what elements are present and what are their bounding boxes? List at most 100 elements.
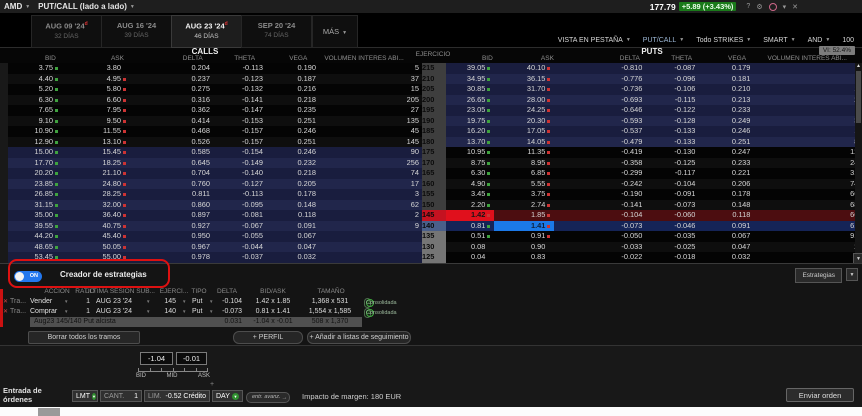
quote-cell[interactable]: 2.20 <box>446 200 494 211</box>
quote-cell[interactable]: 14.05 <box>494 137 554 148</box>
scrollbar-thumb[interactable] <box>856 71 861 123</box>
view-in-tab-dropdown[interactable]: VISTA EN PESTAÑA▼ <box>558 37 631 44</box>
collapse-icon[interactable]: ▾ <box>783 3 787 11</box>
quote-cell[interactable]: 7.65 <box>8 105 62 116</box>
quote-cell[interactable]: 55.00 <box>62 252 130 263</box>
quote-cell[interactable]: 3.45 <box>446 189 494 200</box>
gear-icon[interactable]: ⚙ <box>756 3 762 11</box>
chain-row[interactable]: 6.306.600.316-0.1410.21820520026.6528.00… <box>8 95 855 106</box>
quote-cell[interactable]: 35.00 <box>8 210 62 221</box>
strike-cell[interactable]: 210 <box>422 74 446 85</box>
tab-more-dropdown[interactable]: MÁS▼ <box>312 15 358 48</box>
strike-cell[interactable]: 155 <box>422 189 446 200</box>
strategies-dropdown-icon[interactable]: ▼ <box>846 268 858 281</box>
quote-cell[interactable]: 36.15 <box>494 74 554 85</box>
quote-cell[interactable]: 28.25 <box>62 189 130 200</box>
quote-cell[interactable]: 1.85 <box>494 210 554 221</box>
and-dropdown[interactable]: AND▼ <box>808 37 831 44</box>
quote-cell[interactable]: 26.85 <box>8 189 62 200</box>
quote-cell[interactable]: 13.70 <box>446 137 494 148</box>
strike-cell[interactable]: 185 <box>422 126 446 137</box>
quote-cell[interactable]: 13.10 <box>62 137 130 148</box>
strike-cell[interactable]: 165 <box>422 168 446 179</box>
chain-row[interactable]: 3.753.800.204-0.1130.190521539.0540.10-0… <box>8 63 855 74</box>
strike-cell[interactable]: 145 <box>422 210 446 221</box>
chain-row[interactable]: 39.5540.750.927-0.0670.09191400.811.41-0… <box>8 221 855 232</box>
quote-cell[interactable]: 6.85 <box>494 168 554 179</box>
tab-expiry-aug23[interactable]: AUG 23 '24d 46 DÍAS <box>171 15 242 48</box>
quote-cell[interactable]: 0.04 <box>446 252 494 263</box>
quote-cell[interactable]: 23.85 <box>8 179 62 190</box>
quote-cell[interactable]: 45.40 <box>62 231 130 242</box>
strike-cell[interactable]: 205 <box>422 84 446 95</box>
limit-price-field[interactable]: LIM. -0.52 Crédito <box>144 390 210 402</box>
chain-row[interactable]: 17.7018.250.645-0.1490.2322561708.758.95… <box>8 158 855 169</box>
consolidated-button[interactable]: CConsolidada <box>364 308 371 318</box>
strike-cell[interactable]: 200 <box>422 95 446 106</box>
quote-cell[interactable]: 32.00 <box>62 200 130 211</box>
quote-cell[interactable]: 10.90 <box>8 126 62 137</box>
chain-row[interactable]: 10.9011.550.468-0.1570.2464518516.2017.0… <box>8 126 855 137</box>
leg-ratio[interactable]: 1 <box>78 297 90 307</box>
quote-cell[interactable]: 16.20 <box>446 126 494 137</box>
quote-cell[interactable]: 0.81 <box>446 221 494 232</box>
quote-cell[interactable]: 10.95 <box>446 147 494 158</box>
clear-legs-button[interactable]: Borrar todos los tramos <box>28 331 140 344</box>
quote-cell[interactable]: 24.25 <box>494 105 554 116</box>
strike-cell[interactable]: 140 <box>422 221 446 232</box>
quote-cell[interactable]: 0.91 <box>494 231 554 242</box>
exchange-dropdown[interactable]: SMART▼ <box>763 37 795 44</box>
quote-cell[interactable]: 40.10 <box>494 63 554 74</box>
quote-cell[interactable]: 1.41 <box>494 221 554 232</box>
strike-cell[interactable]: 175 <box>422 147 446 158</box>
tif-dropdown[interactable]: DAY ▼ <box>212 390 243 402</box>
quote-cell[interactable]: 0.51 <box>446 231 494 242</box>
quote-cell[interactable]: 4.40 <box>8 74 62 85</box>
quote-cell[interactable]: 18.25 <box>62 158 130 169</box>
quote-cell[interactable]: 15.00 <box>8 147 62 158</box>
quote-cell[interactable]: 19.75 <box>446 116 494 127</box>
chain-row[interactable]: 31.1532.000.860-0.0950.148621502.202.74-… <box>8 200 855 211</box>
quote-cell[interactable]: 3.80 <box>62 63 130 74</box>
quote-cell[interactable]: 53.45 <box>8 252 62 263</box>
quote-cell[interactable]: 40.75 <box>62 221 130 232</box>
leg-strike-dropdown[interactable]: 145 <box>156 297 176 307</box>
quote-cell[interactable]: 5.80 <box>62 84 130 95</box>
strategy-leg-row[interactable]: ✕Tra...Vender▼1AUG 23 '24▼145▼Put▼-0.104… <box>0 297 430 307</box>
quote-cell[interactable]: 4.90 <box>446 179 494 190</box>
view-mode-dropdown[interactable]: PUT/CALL (lado a lado)▼ <box>38 2 135 11</box>
symbol-dropdown[interactable]: AMD▼ <box>4 2 30 11</box>
scroll-up-icon[interactable]: ▲ <box>855 63 862 70</box>
strike-cell[interactable]: 190 <box>422 116 446 127</box>
quote-cell[interactable]: 17.05 <box>494 126 554 137</box>
strategy-builder-toggle[interactable]: ON <box>14 271 42 282</box>
quote-cell[interactable]: 36.40 <box>62 210 130 221</box>
chain-row[interactable]: 9.109.500.414-0.1530.25113519019.7520.30… <box>8 116 855 127</box>
order-type-dropdown[interactable]: LMT ▼ <box>72 390 98 402</box>
strategy-leg-row[interactable]: ✕Tra...Comprar▼1AUG 23 '24▼140▼Put▼-0.07… <box>0 307 430 317</box>
quote-cell[interactable]: 39.05 <box>446 63 494 74</box>
strategies-button[interactable]: Estrategias <box>795 268 842 283</box>
close-icon[interactable]: ✕ <box>792 3 798 11</box>
chain-row[interactable]: 7.657.950.362-0.1470.2352719523.0524.25-… <box>8 105 855 116</box>
quote-cell[interactable]: 31.15 <box>8 200 62 211</box>
quote-cell[interactable]: 0.83 <box>494 252 554 263</box>
strike-cell[interactable]: 170 <box>422 158 446 169</box>
quote-cell[interactable]: 6.30 <box>8 95 62 106</box>
chain-row[interactable]: 53.4555.000.978-0.0370.0321250.040.83-0.… <box>8 252 855 263</box>
putcall-dropdown[interactable]: PUT/CALL▼ <box>643 37 684 44</box>
tab-expiry-aug16[interactable]: AUG 16 '24 39 DÍAS <box>101 15 172 48</box>
quote-cell[interactable]: 20.20 <box>8 168 62 179</box>
quote-cell[interactable]: 50.05 <box>62 242 130 253</box>
advanced-entry-button[interactable]: entr. avanz.→ <box>246 392 290 403</box>
leg-action-dropdown[interactable]: Vender <box>30 297 52 307</box>
quote-cell[interactable]: 3.75 <box>494 189 554 200</box>
leg-ratio[interactable]: 1 <box>78 307 90 317</box>
strike-cell[interactable]: 130 <box>422 242 446 253</box>
bid-price-box[interactable]: -1.04 <box>140 352 173 365</box>
strike-cell[interactable]: 195 <box>422 105 446 116</box>
leg-type-dropdown[interactable]: Put <box>192 297 203 307</box>
remove-leg-icon[interactable]: ✕ <box>3 307 8 317</box>
quote-cell[interactable]: 0.90 <box>494 242 554 253</box>
strike-cell[interactable]: 150 <box>422 200 446 211</box>
